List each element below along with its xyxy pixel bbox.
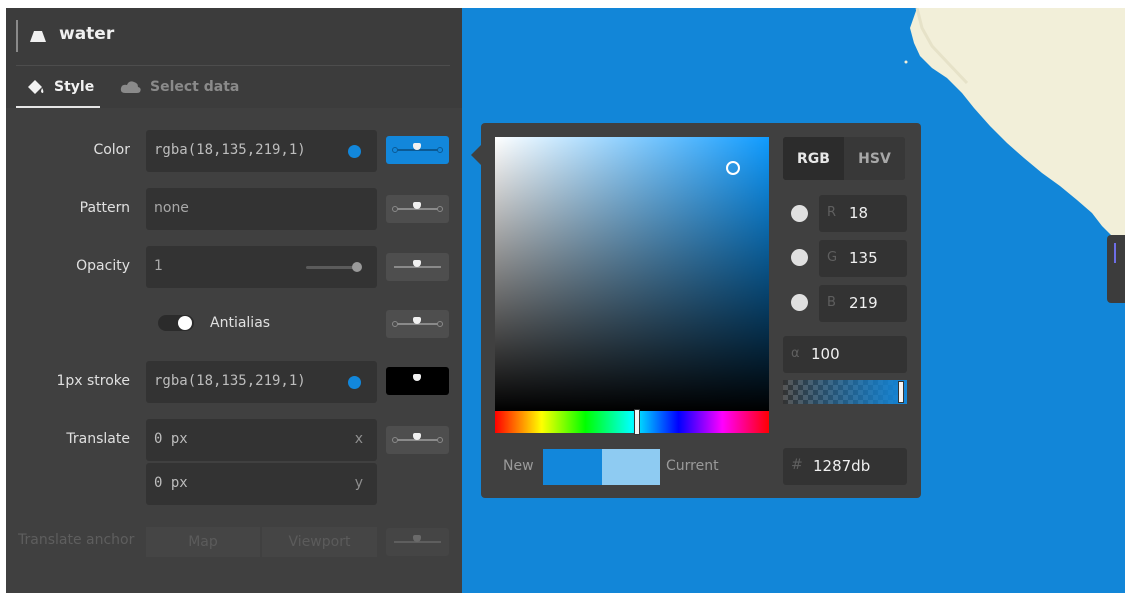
mode-tab-rgb[interactable]: RGB	[783, 137, 844, 180]
tab-style[interactable]: Style	[16, 66, 101, 108]
pattern-field[interactable]: none	[146, 188, 377, 230]
channel-b-key: B	[827, 295, 836, 310]
saturation-value-area[interactable]	[495, 137, 769, 411]
translate-y-field[interactable]: 0 px y	[146, 463, 377, 505]
stroke-field[interactable]: rgba(18,135,219,1)	[146, 361, 377, 403]
opacity-value: 1	[154, 258, 163, 274]
stroke-value: rgba(18,135,219,1)	[154, 373, 306, 389]
translate-function-button[interactable]	[386, 426, 449, 454]
translate-label: Translate	[66, 431, 130, 447]
channel-g-value: 135	[849, 249, 878, 267]
translate-x-field[interactable]: 0 px x	[146, 419, 377, 461]
antialias-toggle[interactable]	[158, 315, 194, 331]
translate-y-axis: y	[354, 475, 363, 491]
translate-anchor-label: Translate anchor	[18, 532, 135, 548]
current-color-label: Current	[666, 458, 719, 474]
opacity-field[interactable]: 1	[146, 246, 377, 288]
channel-b-radio[interactable]	[791, 294, 808, 311]
map-collapse-tab[interactable]	[1107, 235, 1125, 303]
channel-r-value: 18	[849, 204, 869, 222]
anchor-option-map: Map	[146, 527, 260, 557]
mode-tab-hsv[interactable]: HSV	[844, 137, 905, 180]
style-panel: water Style Select data Color rgba(18,13…	[6, 8, 462, 593]
color-picker: RGB HSV R 18 G 135 B 219 α 100 New Curre…	[481, 123, 921, 498]
color-label: Color	[93, 142, 130, 158]
antialias-function-button[interactable]	[386, 310, 449, 338]
stroke-label: 1px stroke	[56, 373, 130, 389]
saturation-value-cursor[interactable]	[726, 161, 740, 175]
hex-field[interactable]: # 1287db	[783, 448, 907, 485]
alpha-slider[interactable]	[783, 380, 907, 404]
alpha-key: α	[791, 346, 800, 361]
color-function-button[interactable]	[386, 136, 449, 164]
channel-b-field[interactable]: B 219	[819, 285, 907, 322]
channel-r-radio[interactable]	[791, 205, 808, 222]
new-color-label: New	[503, 458, 534, 474]
translate-anchor-function-button	[386, 528, 449, 556]
panel-tabs: Style Select data	[6, 66, 462, 108]
channel-r-field[interactable]: R 18	[819, 195, 907, 232]
layer-title: water	[59, 24, 115, 44]
layer-header: water	[6, 8, 462, 66]
alpha-field[interactable]: α 100	[783, 336, 907, 373]
tab-select-data-label: Select data	[150, 79, 240, 95]
opacity-label: Opacity	[76, 258, 130, 274]
opacity-slider-handle[interactable]	[352, 262, 362, 272]
channel-g-radio[interactable]	[791, 249, 808, 266]
antialias-label: Antialias	[210, 315, 271, 331]
channel-r-key: R	[827, 205, 837, 220]
paint-bucket-icon	[28, 80, 44, 94]
stroke-function-button[interactable]	[386, 367, 449, 395]
pattern-placeholder: none	[154, 200, 189, 216]
new-color-swatch	[543, 449, 602, 485]
channel-g-key: G	[827, 250, 838, 265]
water-layer-icon	[30, 31, 46, 42]
hue-slider-handle[interactable]	[634, 409, 640, 435]
translate-y-value: 0 px	[154, 475, 188, 491]
alpha-value: 100	[811, 345, 840, 363]
opacity-function-button[interactable]	[386, 253, 449, 281]
hex-value: 1287db	[813, 457, 871, 475]
alpha-slider-handle[interactable]	[898, 381, 904, 403]
tab-style-label: Style	[54, 79, 95, 95]
hue-slider[interactable]	[495, 411, 769, 433]
channel-g-field[interactable]: G 135	[819, 240, 907, 277]
color-swatch[interactable]	[348, 145, 361, 158]
color-mode-tabs: RGB HSV	[783, 137, 905, 180]
cloud-icon	[120, 81, 141, 93]
pattern-label: Pattern	[79, 200, 130, 216]
tab-select-data[interactable]: Select data	[120, 66, 239, 108]
hex-key: #	[791, 457, 803, 473]
channel-b-value: 219	[849, 294, 878, 312]
translate-x-value: 0 px	[154, 431, 188, 447]
pattern-function-button[interactable]	[386, 195, 449, 223]
stroke-swatch[interactable]	[348, 376, 361, 389]
color-value: rgba(18,135,219,1)	[154, 142, 306, 158]
color-field[interactable]: rgba(18,135,219,1)	[146, 130, 377, 172]
app-root: water Style Select data Color rgba(18,13…	[6, 8, 1125, 593]
translate-x-axis: x	[354, 431, 363, 447]
anchor-option-viewport: Viewport	[262, 527, 377, 557]
opacity-slider[interactable]	[306, 266, 358, 269]
current-color-swatch[interactable]	[602, 449, 660, 485]
